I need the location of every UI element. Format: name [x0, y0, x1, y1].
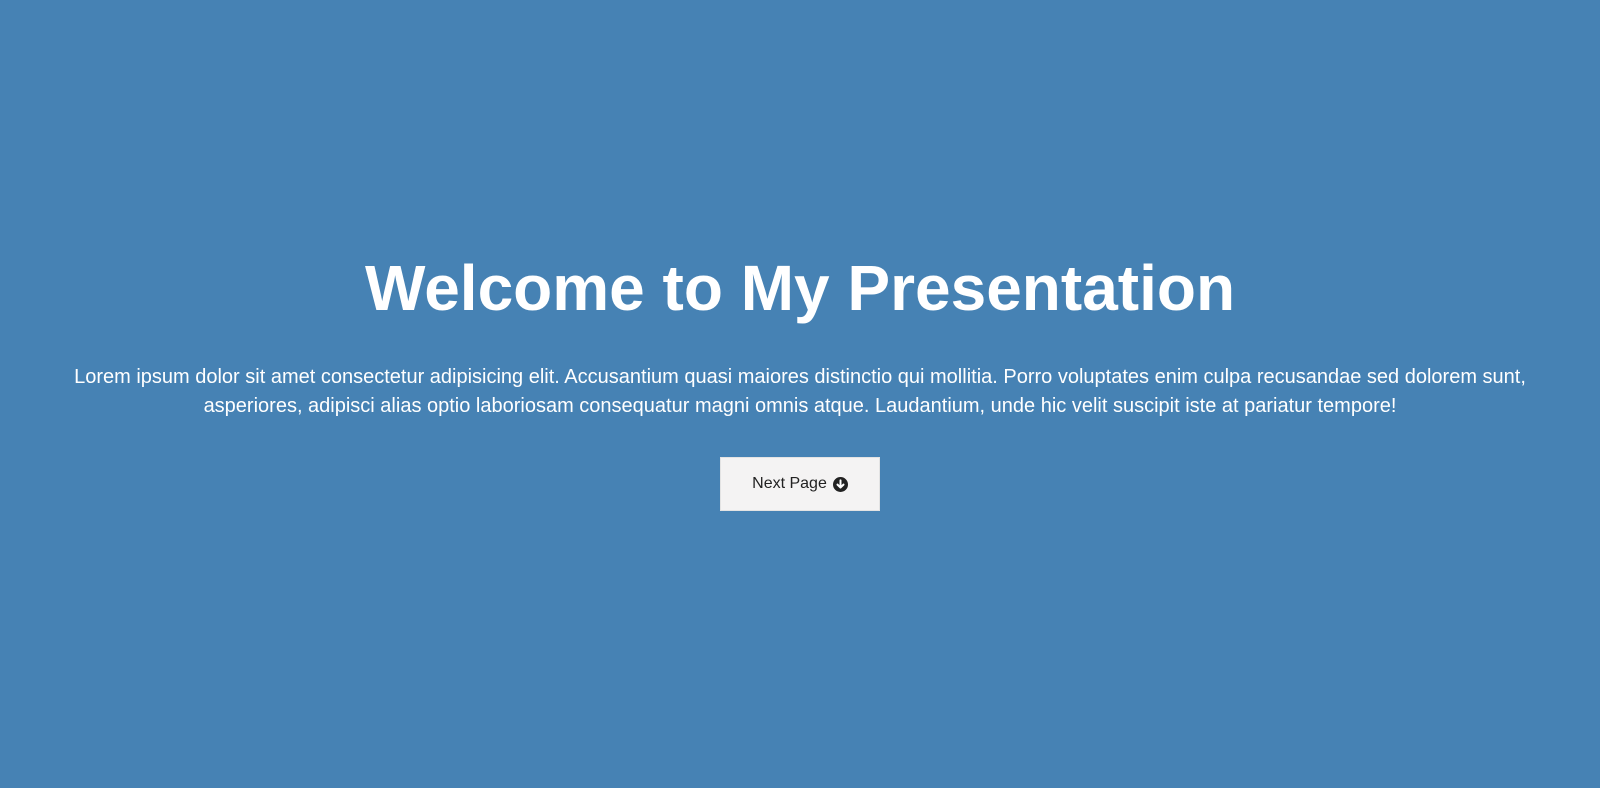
- hero-section: Welcome to My Presentation Lorem ipsum d…: [0, 0, 1600, 788]
- next-page-button[interactable]: Next Page: [720, 457, 880, 512]
- next-page-button-label: Next Page: [752, 475, 827, 493]
- page-title: Welcome to My Presentation: [364, 251, 1236, 324]
- hero-description: Lorem ipsum dolor sit amet consectetur a…: [74, 366, 1526, 418]
- arrow-circle-down-icon: [832, 476, 848, 492]
